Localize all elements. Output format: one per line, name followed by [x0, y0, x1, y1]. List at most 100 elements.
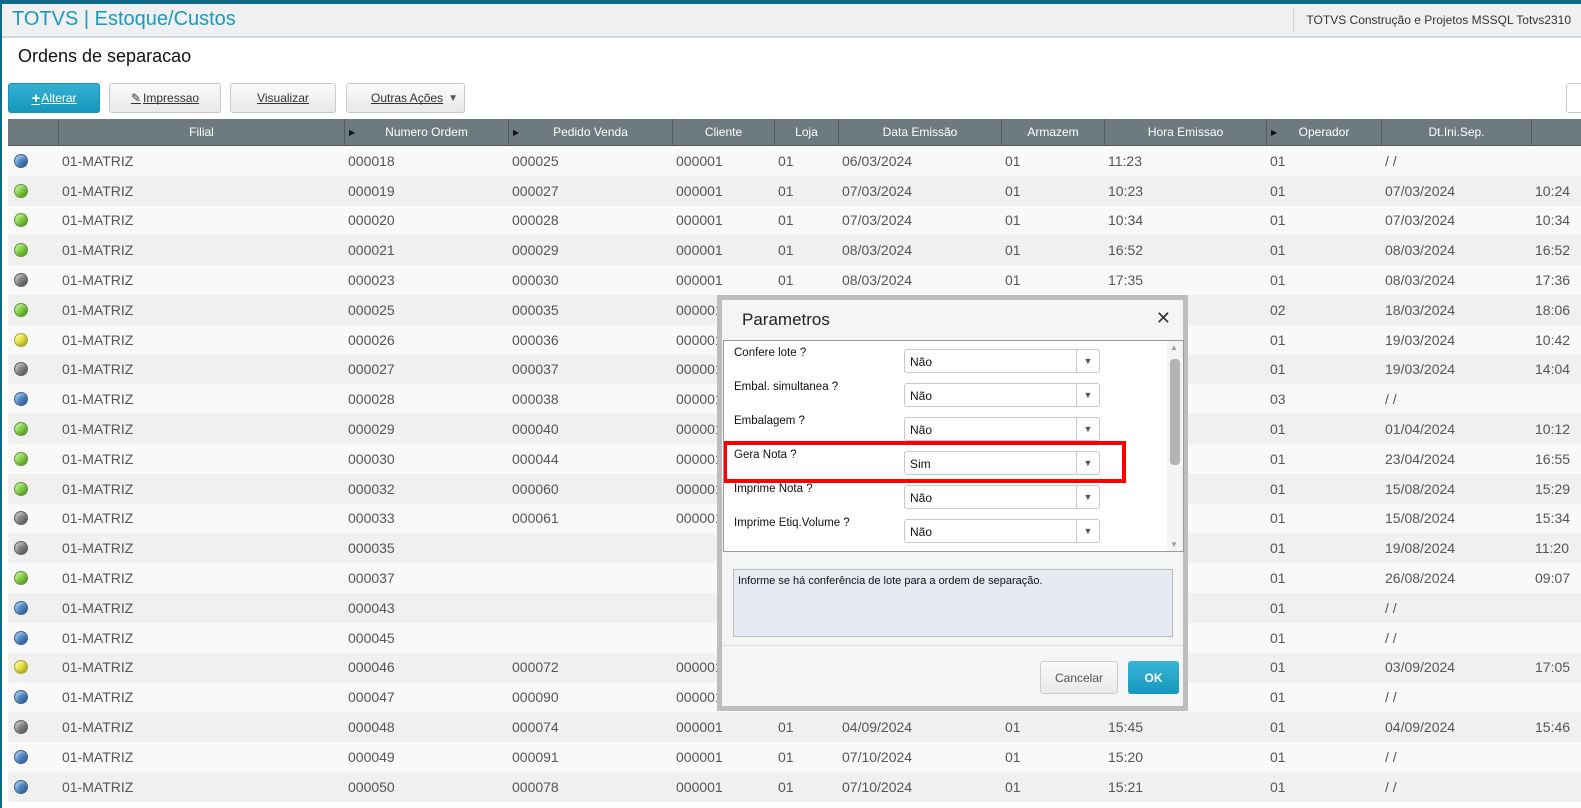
cell-numero-ordem: 000027: [348, 361, 395, 378]
chevron-down-icon[interactable]: ▼: [1076, 384, 1099, 406]
param-label: Gera Nota ?: [734, 449, 797, 461]
column-header[interactable]: Hora Emissao: [1105, 119, 1267, 145]
cell-loja: 01: [778, 719, 794, 736]
param-value: Não: [910, 389, 933, 403]
cell-operador: 01: [1270, 480, 1286, 497]
cell-data-emiss-o: 06/03/2024: [842, 152, 913, 169]
cell-dt-ini-sep-: / /: [1385, 391, 1397, 408]
cell-armazem: 01: [1005, 242, 1021, 259]
column-header[interactable]: Cliente: [673, 119, 775, 145]
cell-numero-ordem: 000020: [348, 212, 395, 229]
column-header-label: Numero Ordem: [385, 125, 468, 139]
scroll-down-icon[interactable]: ▼: [1170, 540, 1178, 549]
table-row[interactable]: 01-MATRIZ 000018 000025 000001 01 06/03/2024 0…: [8, 146, 1581, 176]
table-row[interactable]: 01-MATRIZ 000021 000029 000001 01 08/03/2024 0…: [8, 235, 1581, 266]
cell-data-emiss-o: 07/10/2024: [842, 778, 913, 795]
scroll-up-icon[interactable]: ▲: [1170, 343, 1178, 352]
table-row[interactable]: 01-MATRIZ 000019 000027 000001 01 07/03/2024 0…: [8, 175, 1581, 206]
cell-numero-ordem: 000045: [348, 629, 395, 646]
param-row-partial: [724, 545, 1169, 551]
column-header-label: Data Emissão: [882, 125, 958, 139]
param-label: Embal. simultanea ?: [734, 381, 839, 393]
column-header[interactable]: [8, 119, 59, 145]
status-cell: [8, 600, 59, 615]
cell-filial: 01-MATRIZ: [62, 272, 134, 289]
table-row[interactable]: 01-MATRIZ 000048 000074 000001 01 04/09/2024 0…: [8, 712, 1581, 742]
impressao-button[interactable]: ✎ Impressao: [109, 83, 221, 113]
column-header[interactable]: ▶ Numero Ordem: [345, 119, 509, 145]
param-select[interactable]: Não ▼: [904, 349, 1100, 373]
status-cell: [8, 690, 59, 705]
param-row: Embal. simultanea ? Não ▼: [724, 375, 1169, 409]
param-select[interactable]: Não ▼: [904, 383, 1100, 407]
caret-down-icon: ▼: [448, 92, 458, 104]
cell-extra: 09:07: [1535, 570, 1571, 587]
cell-data-emiss-o: 07/03/2024: [842, 182, 913, 199]
table-row[interactable]: 01-MATRIZ 000050 000078 000001 01 07/10/2024 0…: [8, 771, 1581, 802]
cell-loja: 01: [778, 182, 794, 199]
column-header[interactable]: Filial: [59, 119, 345, 145]
cell-dt-ini-sep-: / /: [1385, 629, 1397, 646]
column-header[interactable]: Loja: [775, 119, 839, 145]
cell-dt-ini-sep-: 19/03/2024: [1385, 331, 1456, 348]
chevron-down-icon[interactable]: ▼: [1076, 486, 1099, 508]
app-title: TOTVS | Estoque/Custos: [12, 8, 236, 30]
cell-numero-ordem: 000050: [348, 778, 395, 795]
cell-loja: 01: [778, 272, 794, 289]
column-header-label: Loja: [795, 125, 818, 139]
status-cell: [8, 720, 59, 735]
ok-button[interactable]: OK: [1128, 661, 1179, 694]
cell-cliente: 000001: [676, 152, 723, 169]
table-row[interactable]: 01-MATRIZ 000020 000028 000001 01 07/03/2024 0…: [8, 205, 1581, 236]
status-blue-icon: [14, 630, 28, 645]
status-blue-icon: [14, 690, 28, 705]
cell-filial: 01-MATRIZ: [62, 212, 134, 229]
cell-data-emiss-o: 07/03/2024: [842, 212, 913, 229]
param-select[interactable]: Não ▼: [904, 417, 1100, 441]
side-button[interactable]: [1566, 83, 1581, 113]
column-header[interactable]: Dt.Ini.Sep.: [1382, 119, 1532, 145]
column-header[interactable]: [1532, 119, 1581, 145]
visualizar-button[interactable]: Visualizar: [230, 83, 336, 113]
cell-dt-ini-sep-: 07/03/2024: [1385, 212, 1456, 229]
status-cell: [8, 213, 59, 228]
cell-operador: 01: [1270, 182, 1286, 199]
column-header[interactable]: Data Emissão: [839, 119, 1002, 145]
cancel-button[interactable]: Cancelar: [1040, 661, 1118, 694]
close-icon[interactable]: ✕: [1156, 308, 1171, 329]
cell-data-emiss-o: 07/10/2024: [842, 748, 913, 765]
column-header[interactable]: ▶ Operador: [1267, 119, 1382, 145]
cell-filial: 01-MATRIZ: [62, 570, 134, 587]
chevron-down-icon[interactable]: ▼: [1076, 350, 1099, 372]
param-select[interactable]: Sim ▼: [904, 451, 1100, 475]
status-cell: [8, 153, 59, 168]
status-green-icon: [14, 183, 28, 198]
plus-icon: +: [31, 89, 41, 107]
status-blue-icon: [14, 600, 28, 615]
cell-data-emiss-o: 08/03/2024: [842, 242, 913, 259]
cell-operador: 01: [1270, 361, 1286, 378]
table-row[interactable]: 01-MATRIZ 000023 000030 000001 01 08/03/2024 0…: [8, 265, 1581, 295]
chevron-down-icon[interactable]: ▼: [1076, 418, 1099, 440]
cell-extra: 17:36: [1535, 272, 1571, 289]
table-row[interactable]: 01-MATRIZ 000049 000091 000001 01 07/10/2024 0…: [8, 741, 1581, 772]
outras-acoes-button[interactable]: Outras Ações ▼: [346, 83, 465, 113]
cell-extra: 10:34: [1535, 212, 1571, 229]
column-header[interactable]: ▶ Pedido Venda: [509, 119, 673, 145]
cell-extra: 11:20: [1535, 540, 1569, 557]
cell-cliente: 000001: [676, 719, 723, 736]
param-select[interactable]: Não ▼: [904, 519, 1100, 543]
param-select[interactable]: Não ▼: [904, 485, 1100, 509]
cell-pedido-venda: 000030: [512, 272, 559, 289]
chevron-down-icon[interactable]: ▼: [1076, 520, 1099, 542]
cell-pedido-venda: 000040: [512, 421, 559, 438]
cell-pedido-venda: 000072: [512, 659, 559, 676]
params-scrollbar[interactable]: ▲ ▼: [1167, 341, 1183, 551]
cell-filial: 01-MATRIZ: [62, 182, 134, 199]
cell-armazem: 01: [1005, 748, 1021, 765]
scroll-thumb[interactable]: [1170, 359, 1180, 465]
alterar-button[interactable]: + Alterar: [8, 83, 100, 113]
column-header[interactable]: Armazem: [1002, 119, 1105, 145]
status-cell: [8, 183, 59, 198]
chevron-down-icon[interactable]: ▼: [1076, 452, 1099, 474]
